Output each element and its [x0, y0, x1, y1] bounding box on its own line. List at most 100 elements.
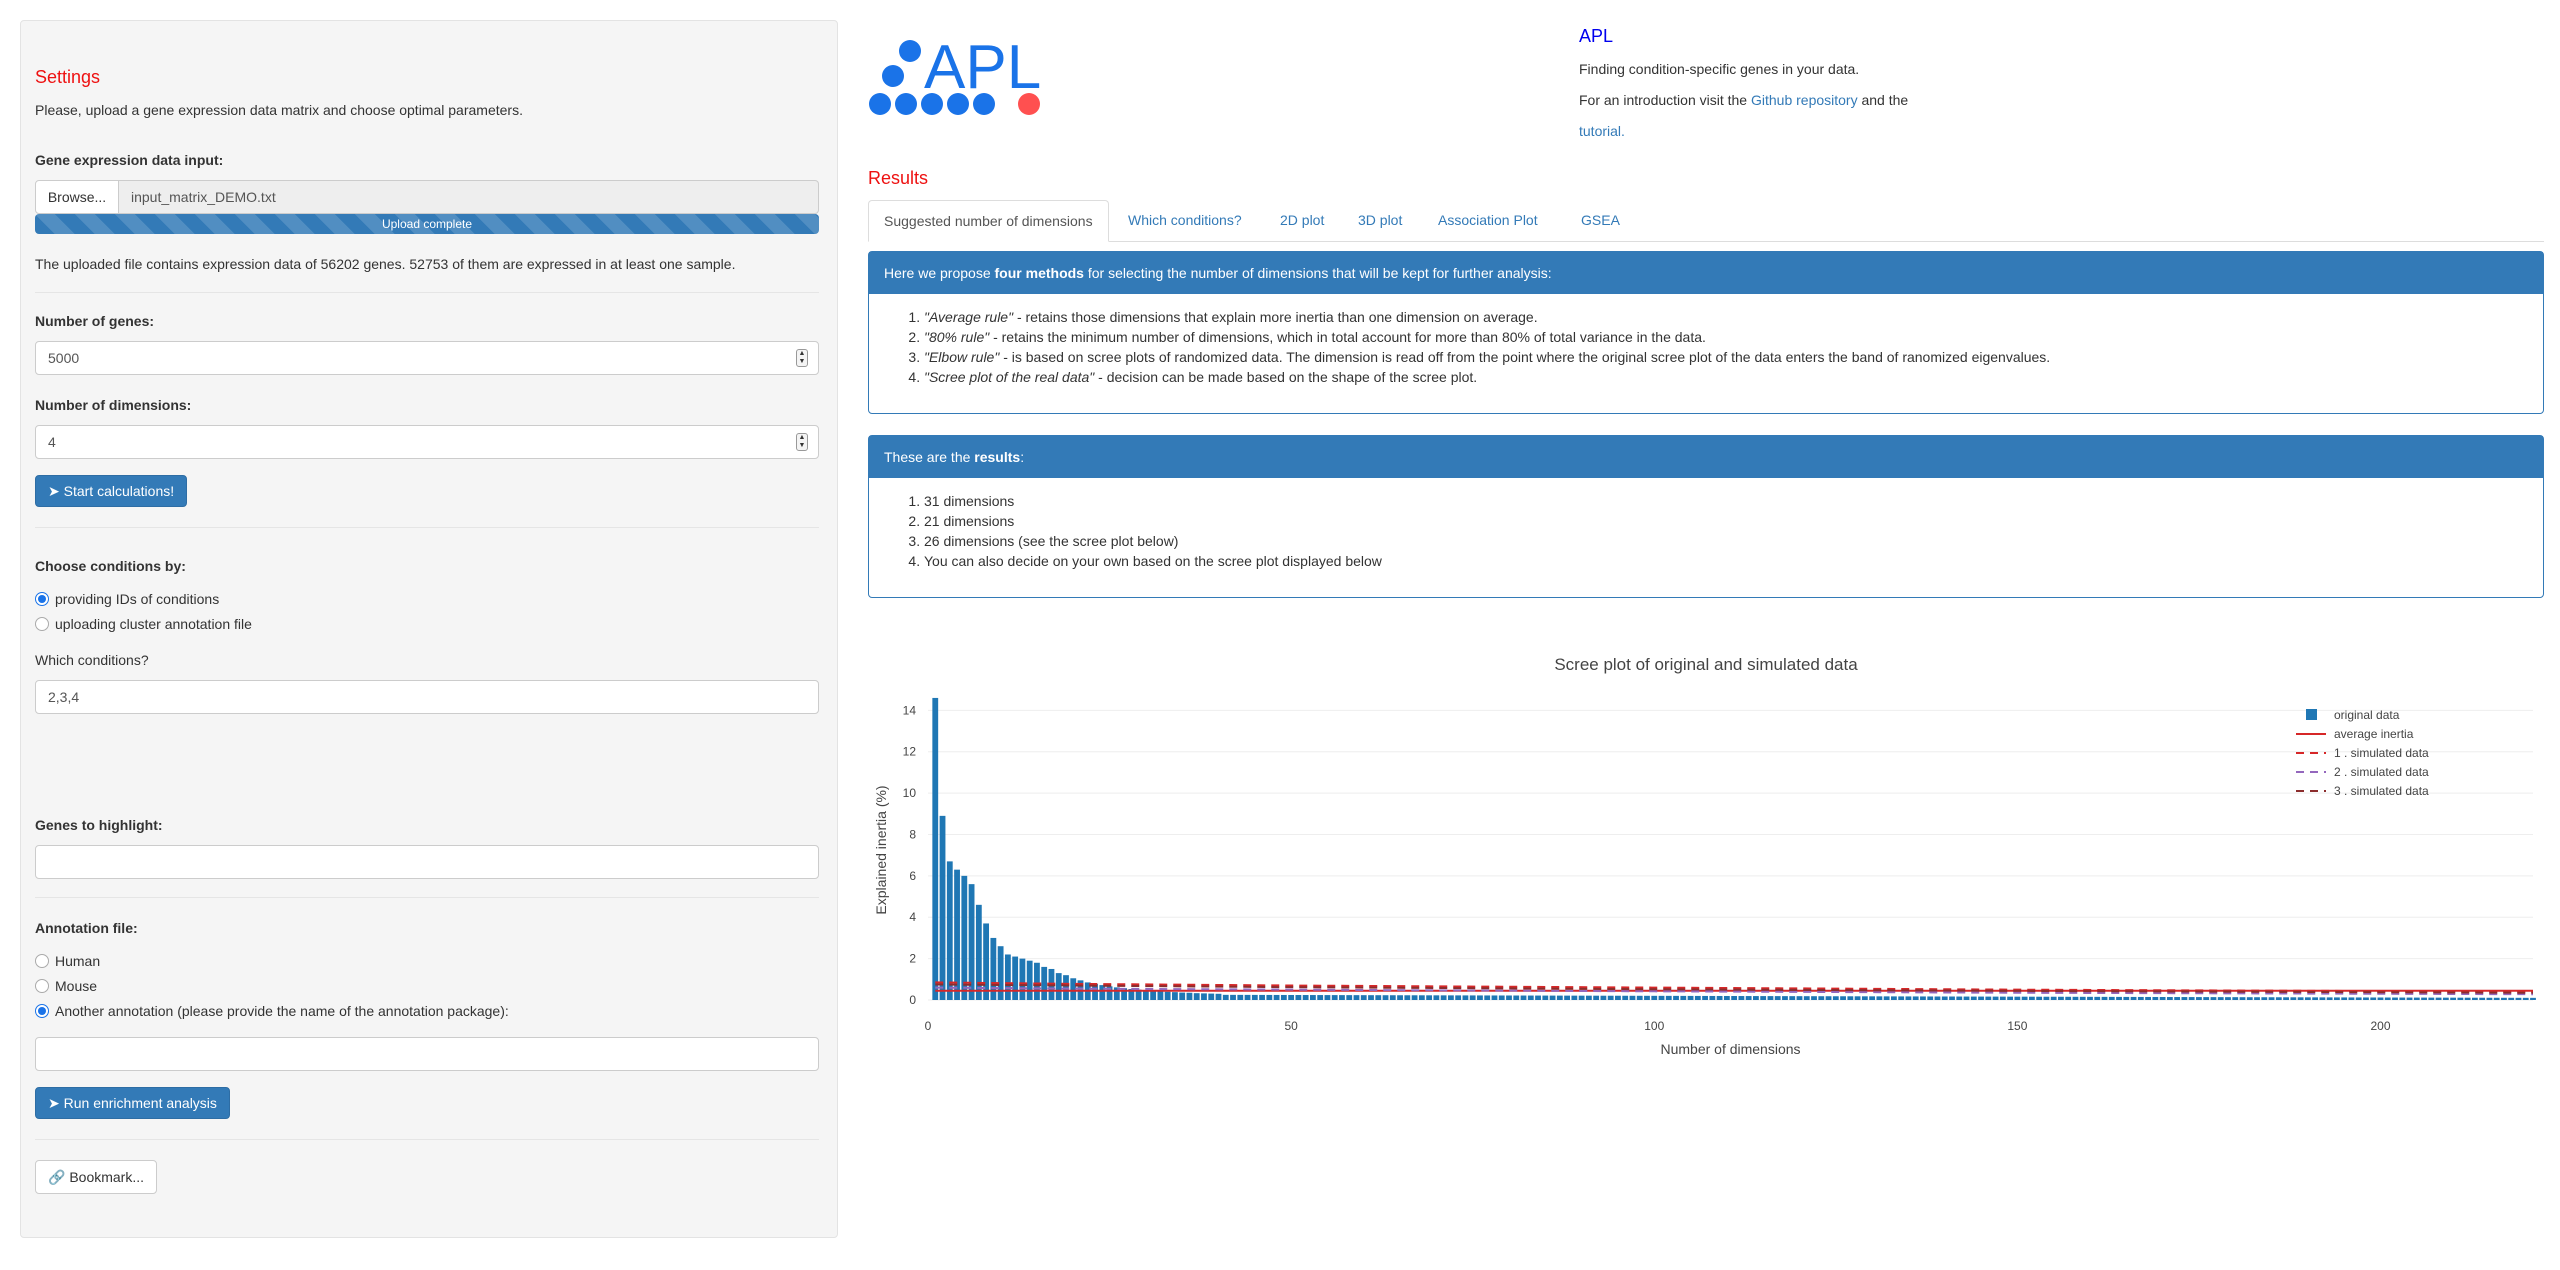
- bar: [932, 697, 939, 1000]
- bar: [1811, 996, 1817, 1000]
- radio-button[interactable]: [35, 616, 49, 631]
- bar: [2486, 997, 2493, 1000]
- method-name: "Elbow rule": [924, 349, 1000, 365]
- bar: [1644, 995, 1650, 1000]
- bar: [1970, 996, 1977, 1000]
- bar: [2225, 997, 2231, 1000]
- bar: [1956, 996, 1963, 1000]
- bar: [2377, 997, 2384, 1000]
- radio-human[interactable]: Human: [35, 948, 817, 973]
- bar: [2108, 996, 2115, 1000]
- caret-down-icon[interactable]: ▼: [799, 442, 806, 449]
- bar: [1462, 995, 1469, 1000]
- bar: [1310, 995, 1316, 1000]
- chart-title: Scree plot of original and simulated dat…: [1554, 655, 1858, 674]
- num-genes-input[interactable]: 5000 ▲ ▼: [35, 341, 819, 375]
- tab-gsea[interactable]: GSEA: [1566, 200, 1635, 242]
- settings-subtitle: Please, upload a gene expression data ma…: [35, 102, 523, 118]
- highlight-genes-input[interactable]: [35, 845, 819, 879]
- bar: [1382, 995, 1389, 1000]
- browse-button[interactable]: Browse...: [35, 180, 119, 214]
- app-name: APL: [1579, 26, 1614, 46]
- radio-condition-ids[interactable]: providing IDs of conditions: [35, 586, 817, 611]
- list-item: "Elbow rule" - is based on scree plots o…: [924, 347, 2528, 367]
- head-prefix: Here we propose: [884, 265, 991, 281]
- bar: [1455, 995, 1462, 1000]
- bar: [2530, 997, 2536, 1000]
- which-conditions-input[interactable]: 2,3,4: [35, 680, 819, 714]
- logo-dot: [882, 65, 904, 87]
- start-calculations-button[interactable]: ➤ Start calculations!: [35, 475, 188, 507]
- tutorial-link[interactable]: tutorial.: [1579, 123, 1625, 139]
- bar: [1789, 996, 1796, 1000]
- radio-button[interactable]: [35, 591, 49, 606]
- settings-title: Settings: [35, 67, 101, 87]
- bar: [1375, 995, 1382, 1000]
- file-name-field[interactable]: input_matrix_DEMO.txt: [119, 180, 819, 214]
- bar: [1353, 995, 1360, 1000]
- bar: [1818, 996, 1825, 1000]
- bar: [961, 875, 968, 1000]
- radio-button[interactable]: [35, 1003, 49, 1018]
- radio-another-annotation[interactable]: Another annotation (please provide the n…: [35, 998, 817, 1023]
- radio-button[interactable]: [35, 978, 49, 993]
- method-text: - retains those dimensions that explain …: [1013, 309, 1538, 325]
- bar: [1673, 995, 1679, 1000]
- radio-mouse[interactable]: Mouse: [35, 973, 817, 998]
- bar: [1723, 995, 1730, 1000]
- head-suffix: for selecting the number of dimensions t…: [1087, 265, 1552, 281]
- radio-cluster-annotation[interactable]: uploading cluster annotation file: [35, 611, 817, 636]
- caret-down-icon[interactable]: ▼: [799, 358, 806, 365]
- bar: [1520, 995, 1527, 1000]
- caret-up-icon[interactable]: ▲: [799, 350, 806, 357]
- bar: [1295, 995, 1302, 1000]
- tab-3d-plot[interactable]: 3D plot: [1343, 200, 1417, 242]
- bar: [1840, 996, 1846, 1000]
- tab-association-plot[interactable]: Association Plot: [1423, 200, 1553, 242]
- bar: [1549, 995, 1556, 1000]
- bar: [1179, 992, 1186, 1000]
- bar: [2464, 997, 2471, 1000]
- bar: [1222, 994, 1229, 1000]
- scree-plot[interactable]: Scree plot of original and simulated dat…: [868, 640, 2544, 1070]
- legend-label: average inertia: [2334, 727, 2414, 741]
- bar: [1680, 995, 1687, 1000]
- bar: [1912, 996, 1919, 1000]
- method-text: - is based on scree plots of randomized …: [999, 349, 2051, 365]
- bar: [1440, 995, 1447, 1000]
- y-axis-label: Explained inertia (%): [873, 785, 889, 914]
- results-panel-header: These are the results:: [869, 436, 2543, 478]
- app-info: APL Finding condition-specific genes in …: [1579, 26, 1908, 154]
- y-tick-label: 0: [909, 993, 916, 1007]
- bar: [1593, 995, 1600, 1000]
- num-genes-stepper[interactable]: ▲ ▼: [796, 349, 808, 367]
- bookmark-button[interactable]: 🔗 Bookmark...: [35, 1160, 158, 1194]
- list-item: 26 dimensions (see the scree plot below): [924, 531, 2528, 551]
- bar: [1469, 995, 1476, 1000]
- num-genes-value: 5000: [48, 350, 80, 366]
- caret-up-icon[interactable]: ▲: [799, 434, 806, 441]
- method-name: "Average rule": [924, 309, 1014, 325]
- annotation-package-input[interactable]: [35, 1037, 819, 1071]
- bar: [1709, 995, 1716, 1000]
- tab-which-conditions[interactable]: Which conditions?: [1113, 200, 1257, 242]
- bar: [2014, 996, 2021, 1000]
- num-dims-stepper[interactable]: ▲ ▼: [796, 433, 808, 451]
- bar: [2210, 997, 2217, 1000]
- bar: [1832, 996, 1839, 1000]
- methods-panel: Here we propose four methods for selecti…: [868, 251, 2544, 414]
- radio-label: uploading cluster annotation file: [55, 615, 252, 632]
- tab-2d-plot[interactable]: 2D plot: [1265, 200, 1339, 242]
- bar: [2239, 997, 2246, 1000]
- run-enrichment-button[interactable]: ➤ Run enrichment analysis: [35, 1087, 230, 1119]
- bar: [2392, 997, 2398, 1000]
- radio-button[interactable]: [35, 953, 49, 968]
- github-link[interactable]: Github repository: [1751, 92, 1858, 108]
- bar: [1426, 995, 1433, 1000]
- num-dims-input[interactable]: 4 ▲ ▼: [35, 425, 819, 459]
- logo-text: APL: [924, 38, 1041, 102]
- bar: [2348, 997, 2355, 1000]
- annotation-label: Annotation file:: [35, 920, 138, 936]
- bar: [1999, 996, 2006, 1000]
- tab-suggested-dimensions[interactable]: Suggested number of dimensions: [868, 200, 1109, 242]
